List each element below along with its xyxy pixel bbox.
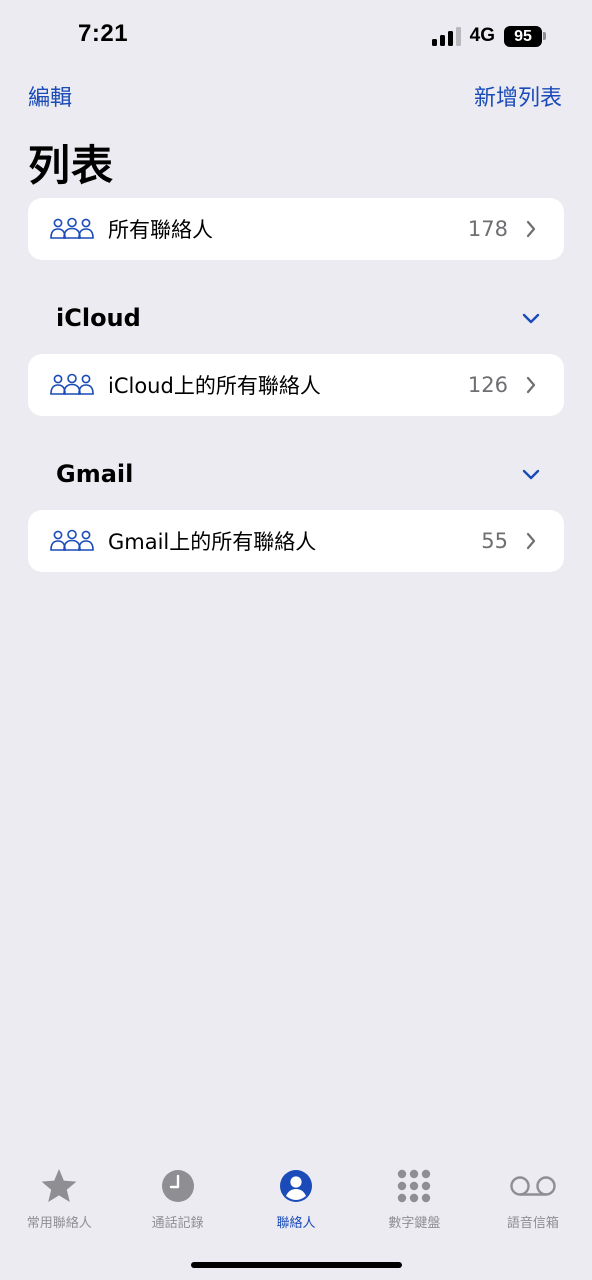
add-list-button[interactable]: 新增列表 [474,80,562,112]
section-header-gmail[interactable]: Gmail [56,460,540,488]
list-item-icloud-contacts[interactable]: iCloud上的所有聯絡人 126 [28,354,564,416]
tab-label: 聯絡人 [276,1216,316,1231]
chevron-down-icon[interactable] [522,312,540,324]
list-item-count: 55 [481,529,508,553]
tab-voicemail[interactable]: 語音信箱 [474,1166,592,1236]
page-title: 列表 [28,141,115,190]
list-item-label: Gmail上的所有聯絡人 [108,530,317,554]
tab-favorites[interactable]: 常用聯絡人 [0,1166,118,1236]
section-title: iCloud [56,304,141,332]
home-indicator[interactable] [191,1262,402,1268]
list-item-all-contacts[interactable]: 所有聯絡人 178 [28,198,564,260]
chevron-right-icon [526,376,536,394]
tab-contacts[interactable]: 聯絡人 [237,1166,355,1236]
chevron-right-icon [526,532,536,550]
status-bar: 7:21 4G 95 [0,0,592,70]
status-time: 7:21 [78,20,129,47]
section-header-icloud[interactable]: iCloud [56,304,540,332]
network-type: 4G [469,25,495,46]
contacts-lists-screen: 7:21 4G 95 編輯 新增列表 列表 所有聯絡人 178 iCloud i… [0,0,592,1280]
people-group-icon [50,529,94,551]
chevron-right-icon [526,220,536,238]
people-group-icon [50,217,94,239]
cellular-signal-icon [431,26,461,46]
tab-label: 通話記錄 [151,1216,204,1231]
tab-label: 常用聯絡人 [26,1216,92,1231]
list-item-label: 所有聯絡人 [108,218,213,242]
list-item-gmail-contacts[interactable]: Gmail上的所有聯絡人 55 [28,510,564,572]
tab-recents[interactable]: 通話記錄 [118,1166,236,1236]
battery-level: 95 [504,25,542,47]
person-circle-icon [280,1170,313,1202]
section-title: Gmail [56,460,134,488]
voicemail-icon [510,1176,556,1196]
tab-bar: 常用聯絡人 通話記錄 聯絡人 數字鍵盤 語音信箱 [0,1166,592,1236]
star-icon [41,1169,77,1202]
tab-label: 數字鍵盤 [388,1216,441,1231]
clock-icon [161,1170,194,1202]
list-item-count: 126 [467,373,508,397]
list-item-label: iCloud上的所有聯絡人 [108,374,321,398]
battery-icon: 95 [504,25,546,47]
list-item-count: 178 [467,217,508,241]
tab-keypad[interactable]: 數字鍵盤 [355,1166,473,1236]
chevron-down-icon[interactable] [522,468,540,480]
status-indicators: 4G 95 [431,24,546,48]
people-group-icon [50,373,94,395]
tab-label: 語音信箱 [506,1216,559,1231]
edit-button[interactable]: 編輯 [28,80,72,112]
keypad-icon [398,1169,431,1203]
